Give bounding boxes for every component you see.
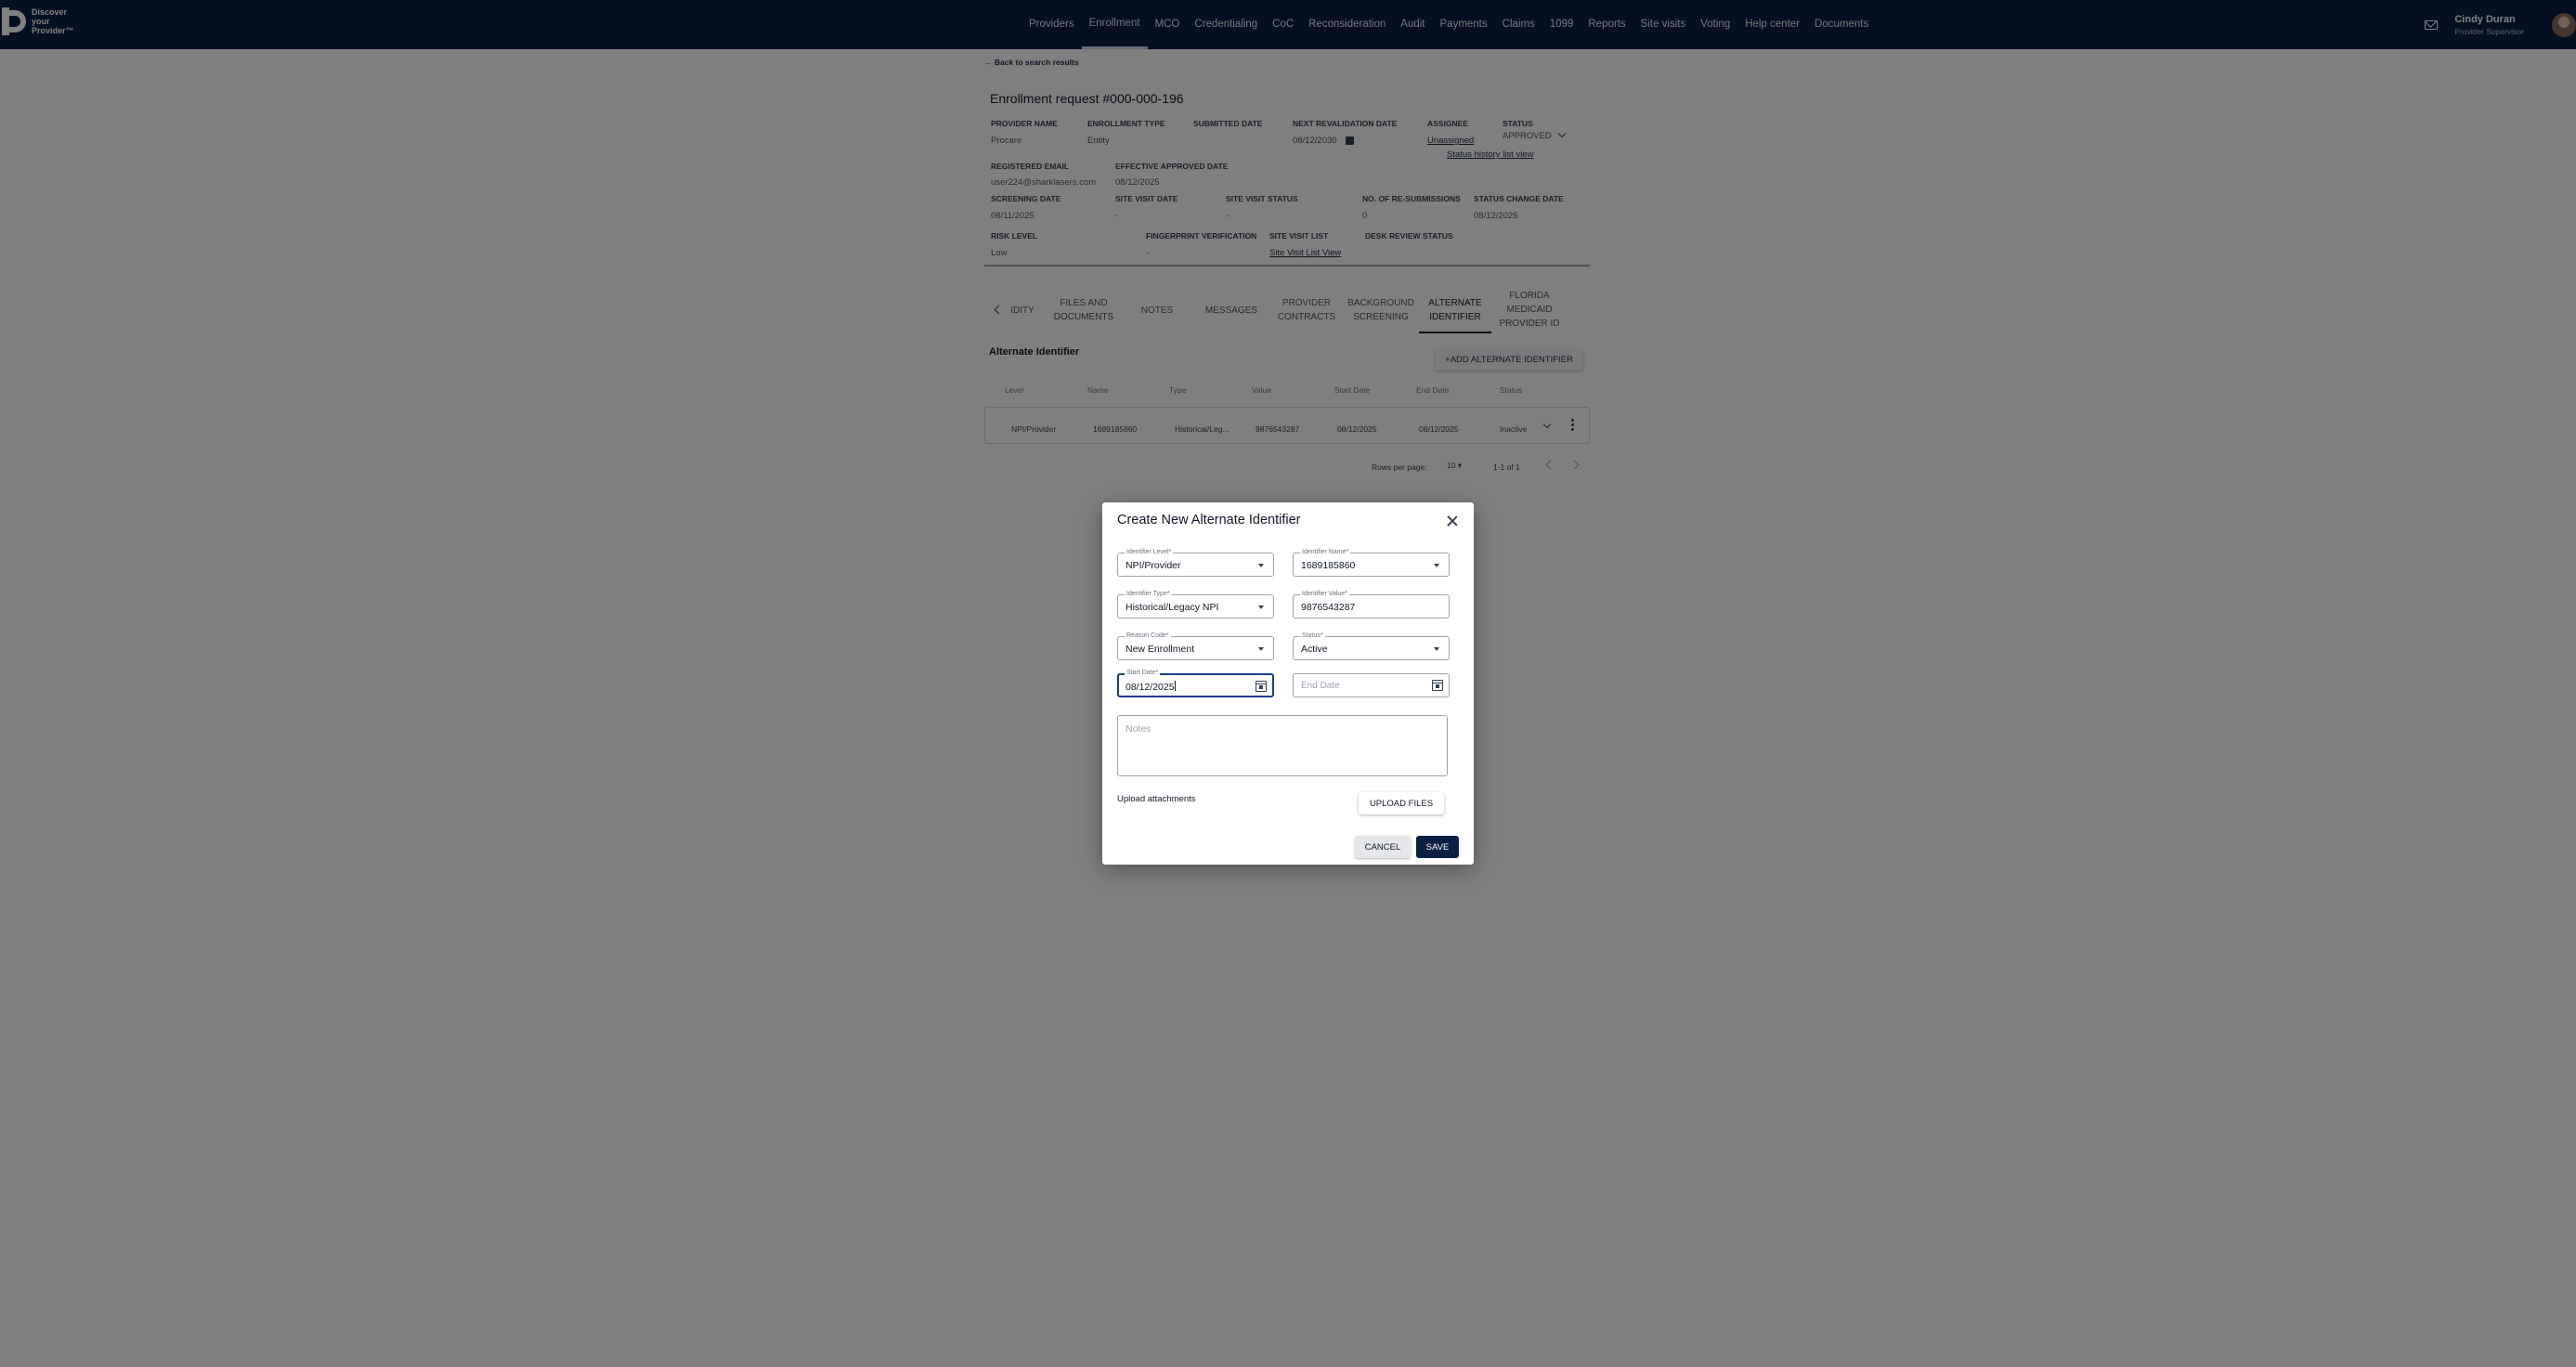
modal-backdrop-top [0,0,2576,49]
identifier-type-select[interactable]: Identifier Type* Historical/Legacy NPI [1117,590,1274,618]
dropdown-caret-icon [1258,605,1264,609]
close-icon[interactable] [1447,515,1458,527]
dropdown-caret-icon [1434,647,1439,651]
status-select[interactable]: Status* Active [1293,631,1450,660]
identifier-level-label: Identifier Level* [1125,548,1174,556]
dropdown-caret-icon [1434,564,1439,567]
upload-attachments-label: Upload attachments [1117,794,1196,804]
identifier-level-value: NPI/Provider [1125,560,1181,571]
save-button[interactable]: SAVE [1416,836,1459,858]
start-date-input[interactable]: Start Date* 08/12/2025 [1117,669,1274,697]
calendar-icon[interactable] [1255,681,1267,692]
identifier-name-select[interactable]: Identifier Name* 1689185860 [1293,548,1450,577]
notes-textarea[interactable]: Notes [1117,715,1448,776]
status-field-label: Status* [1300,631,1325,640]
identifier-name-label: Identifier Name* [1300,548,1351,556]
calendar-icon[interactable] [1431,680,1443,691]
identifier-type-value: Historical/Legacy NPI [1125,602,1219,613]
reason-code-select[interactable]: Reason Code* New Enrollment [1117,631,1274,660]
identifier-value-label: Identifier Value* [1300,590,1349,598]
start-date-value: 08/12/2025 [1125,681,1176,693]
identifier-value-input[interactable]: Identifier Value* 9876543287 [1293,590,1450,618]
dropdown-caret-icon [1258,564,1264,567]
status-field-value: Active [1301,644,1328,655]
end-date-input[interactable]: End Date [1293,673,1450,697]
reason-code-value: New Enrollment [1125,644,1195,655]
notes-placeholder: Notes [1125,723,1151,735]
start-date-label: Start Date* [1125,669,1161,677]
identifier-value-text: 9876543287 [1301,602,1356,613]
dropdown-caret-icon [1258,647,1264,651]
upload-files-button[interactable]: UPLOAD FILES [1359,792,1444,814]
identifier-type-label: Identifier Type* [1125,590,1172,598]
identifier-level-select[interactable]: Identifier Level* NPI/Provider [1117,548,1274,577]
cancel-button[interactable]: CANCEL [1355,836,1411,858]
end-date-placeholder: End Date [1301,681,1340,691]
dialog-title: Create New Alternate Identifier [1117,513,1301,527]
identifier-name-value: 1689185860 [1301,560,1356,571]
create-alternate-identifier-dialog: Create New Alternate Identifier Identifi… [1102,502,1474,865]
reason-code-label: Reason Code* [1125,631,1171,640]
